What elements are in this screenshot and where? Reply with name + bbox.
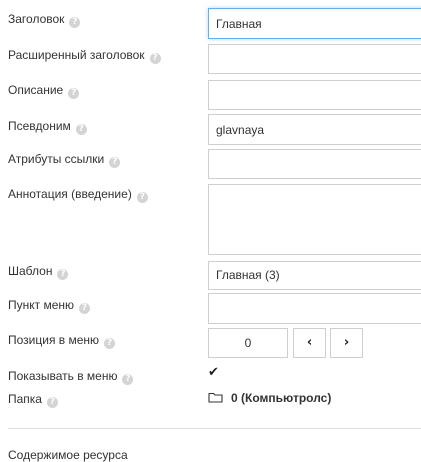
alias-input[interactable] — [208, 114, 421, 145]
section-divider — [8, 428, 421, 429]
help-icon[interactable]: ? — [122, 374, 134, 385]
alias-label: Псевдоним? — [8, 119, 87, 135]
parent-label: Папка? — [8, 392, 58, 408]
help-icon[interactable]: ? — [57, 269, 69, 280]
show-in-menu-checkbox[interactable]: ✔ — [208, 366, 222, 380]
long-title-input[interactable] — [208, 44, 421, 74]
help-icon[interactable]: ? — [136, 192, 148, 203]
help-icon[interactable]: ? — [69, 17, 81, 28]
help-icon[interactable]: ? — [68, 88, 80, 99]
help-icon[interactable]: ? — [75, 124, 87, 135]
help-icon[interactable]: ? — [104, 338, 116, 349]
show-in-menu-label: Показывать в меню? — [8, 369, 134, 385]
menu-title-input[interactable] — [208, 293, 421, 324]
menu-index-input[interactable] — [208, 328, 288, 358]
description-label: Описание? — [8, 83, 80, 99]
title-input[interactable] — [208, 8, 421, 39]
help-icon[interactable]: ? — [46, 397, 58, 408]
template-label: Шаблон? — [8, 264, 69, 280]
folder-icon — [208, 392, 223, 403]
long-title-label: Расширенный заголовок? — [8, 48, 161, 64]
menu-title-label: Пункт меню? — [8, 298, 91, 314]
help-icon[interactable]: ? — [109, 157, 121, 168]
help-icon[interactable]: ? — [149, 53, 161, 64]
menu-index-prev-button[interactable]: ‹ — [293, 328, 326, 358]
introtext-label: Аннотация (введение)? — [8, 187, 148, 203]
link-attributes-input[interactable] — [208, 149, 421, 179]
title-label: Заголовок? — [8, 12, 81, 28]
help-icon[interactable]: ? — [79, 303, 91, 314]
menu-index-label: Позиция в меню? — [8, 333, 116, 349]
introtext-textarea[interactable] — [208, 184, 421, 255]
description-input[interactable] — [208, 80, 421, 110]
content-section-label: Содержимое ресурса — [8, 448, 128, 462]
parent-value[interactable]: 0 (Компьютролс) — [231, 391, 331, 405]
template-select[interactable]: Главная (3) — [208, 261, 421, 290]
menu-index-next-button[interactable]: › — [330, 328, 363, 358]
link-attributes-label: Атрибуты ссылки? — [8, 152, 121, 168]
